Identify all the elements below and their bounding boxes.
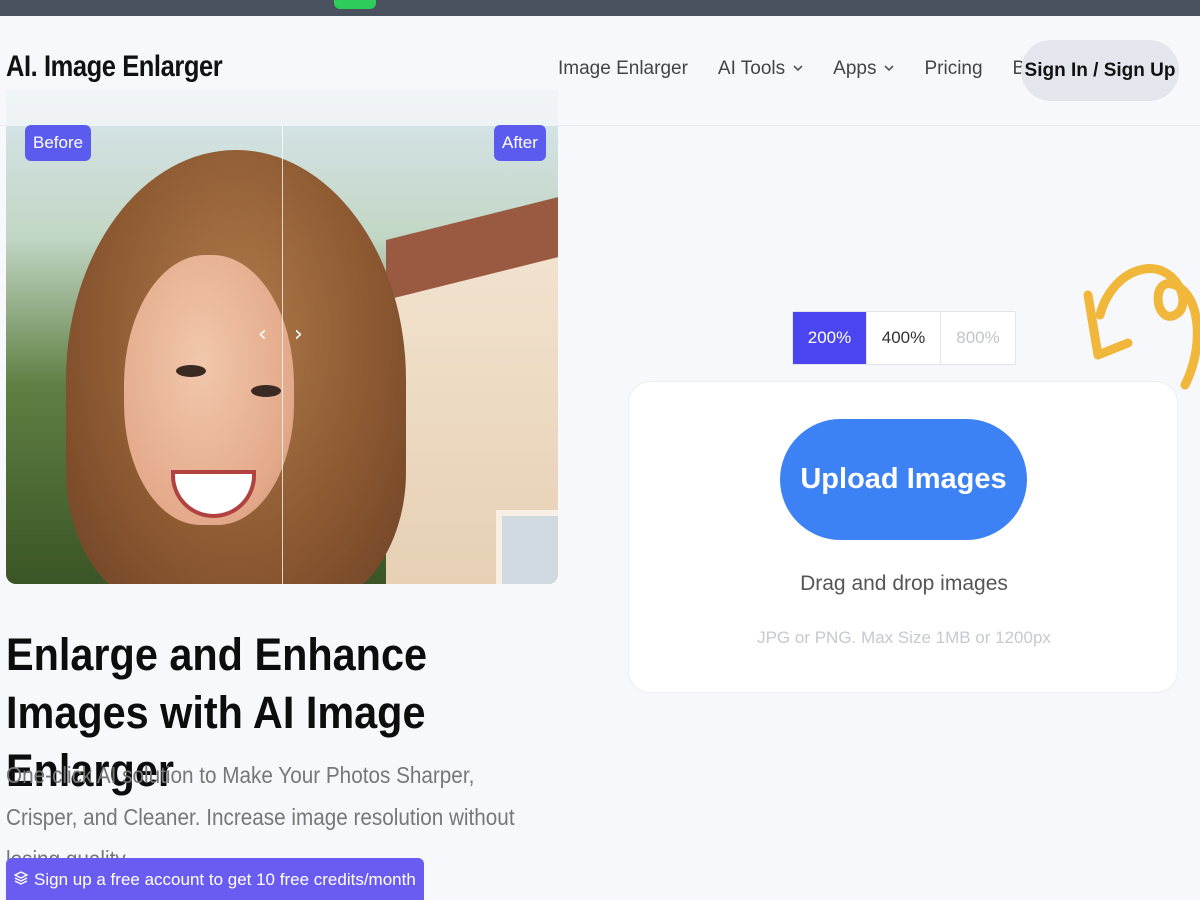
chevron-down-icon <box>793 63 803 75</box>
nav-item-ai-tools[interactable]: AI Tools <box>718 58 803 80</box>
scale-800-button[interactable]: 800% <box>941 312 1015 364</box>
photo-window <box>496 510 558 584</box>
nav-item-label: Image Enlarger <box>558 58 688 79</box>
main-nav: Image Enlarger AI Tools Apps Pricing Blo… <box>558 58 1081 80</box>
upload-images-button[interactable]: Upload Images <box>780 419 1027 540</box>
nav-item-label: AI Tools <box>717 58 786 79</box>
nav-item-label: Apps <box>833 58 877 79</box>
layers-icon <box>13 870 29 890</box>
browser-indicator <box>334 0 376 9</box>
site-logo[interactable]: AI. Image Enlarger <box>6 50 223 84</box>
browser-top-bar <box>0 0 1200 16</box>
sign-in-button[interactable]: Sign In / Sign Up <box>1021 40 1179 101</box>
photo-eye <box>176 365 206 377</box>
scale-200-button[interactable]: 200% <box>793 312 867 364</box>
upload-dropzone[interactable]: Upload Images Drag and drop images JPG o… <box>628 381 1178 693</box>
nav-item-label: Pricing <box>924 58 983 79</box>
before-after-image[interactable]: ‹ › <box>6 90 558 584</box>
before-badge: Before <box>25 125 92 161</box>
chevron-down-icon <box>884 63 895 75</box>
nav-item-apps[interactable]: Apps <box>833 58 895 80</box>
drag-drop-text: Drag and drop images <box>800 572 1008 595</box>
nav-item-pricing[interactable]: Pricing <box>924 58 982 80</box>
after-badge: After <box>494 125 546 161</box>
scale-selector: 200% 400% 800% <box>792 311 1016 365</box>
signup-promo-button[interactable]: Sign up a free account to get 10 free cr… <box>6 858 424 900</box>
nav-item-image-enlarger[interactable]: Image Enlarger <box>558 58 688 80</box>
comparison-slider-handle[interactable] <box>282 126 283 584</box>
photo-overlay <box>6 90 558 126</box>
slider-left-arrow-icon[interactable]: ‹ <box>258 322 267 347</box>
promo-label: Sign up a free account to get 10 free cr… <box>34 870 416 889</box>
scale-400-button[interactable]: 400% <box>867 312 941 364</box>
file-requirements-text: JPG or PNG. Max Size 1MB or 1200px <box>757 628 1051 647</box>
slider-right-arrow-icon[interactable]: › <box>294 322 303 347</box>
photo-eye <box>251 385 281 397</box>
arrow-doodle-icon <box>1083 264 1200 390</box>
